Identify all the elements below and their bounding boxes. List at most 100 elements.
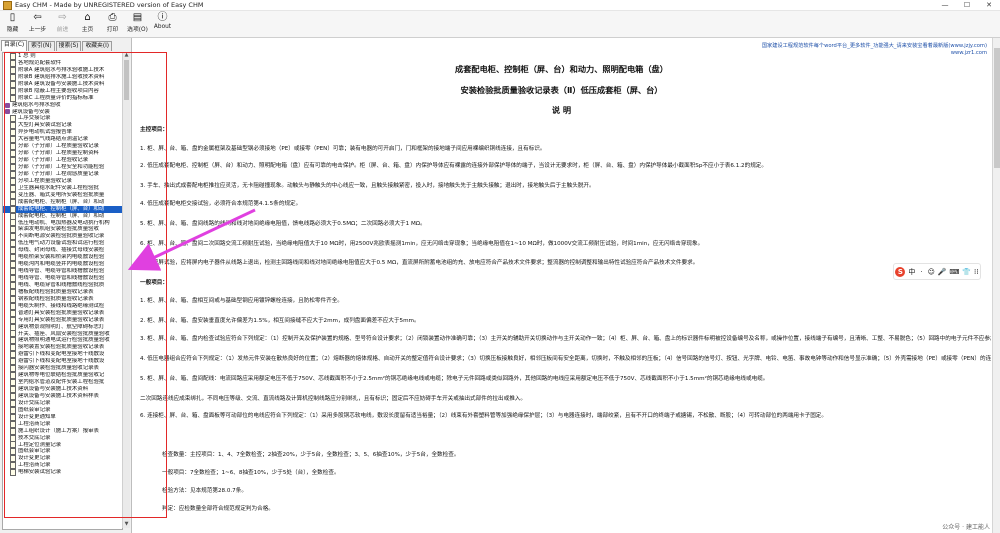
- tree-item[interactable]: 附录B 建筑给排水施工验收技术资料: [3, 73, 122, 81]
- tree-item[interactable]: 母线、封闭母线、插接式母线安装检: [3, 247, 122, 255]
- tree-item[interactable]: 图纸会审记录: [3, 448, 122, 456]
- tree-item[interactable]: 普通灯具安装检验批质量验收记录表: [3, 309, 122, 317]
- tree-item[interactable]: 室内给水管道及配件安装工程检验批: [3, 379, 122, 386]
- tree-item[interactable]: 接地装置安装检验批质量验收记录表: [3, 344, 122, 352]
- scroll-down-icon[interactable]: ▼: [123, 521, 130, 528]
- tree-item[interactable]: 电线、电缆穿管和线槽敷线检验批质: [3, 281, 122, 289]
- nav-tab-1[interactable]: 索引(N): [28, 41, 55, 51]
- tree-item[interactable]: 工程洽商记录: [3, 420, 122, 428]
- tree-item[interactable]: 柴油发电机组安装检验批质量验收: [3, 226, 122, 234]
- tree-item[interactable]: 大容量电气线路结点测温记录: [3, 136, 122, 144]
- nav-tab-3[interactable]: 收藏夹(I): [82, 41, 113, 51]
- minimize-button[interactable]: —: [934, 1, 956, 9]
- toolbar-button-print[interactable]: ⎙ 打印: [100, 11, 125, 36]
- tree-item-label: 图纸会审记录: [18, 406, 51, 413]
- tree-item[interactable]: 设计变更通知单: [3, 413, 122, 421]
- tree-item[interactable]: 大型灯具安装试验记录: [3, 122, 122, 130]
- tree-item[interactable]: 分部（子分部）工程验收记录: [3, 157, 122, 164]
- tree-item[interactable]: 分部（子分部）工程质量验收记录: [3, 143, 122, 151]
- toolbar-button-home[interactable]: ⌂ 主页: [75, 11, 100, 36]
- close-button[interactable]: ✕: [978, 1, 1000, 9]
- maximize-button[interactable]: ☐: [956, 1, 978, 9]
- tree-item[interactable]: 设计交底记录: [3, 399, 122, 407]
- nav-tab-0[interactable]: 目录(C): [1, 40, 28, 51]
- tree-item[interactable]: 建筑给水与排水验收: [3, 102, 122, 109]
- tree-item[interactable]: 工程洽商记录: [3, 462, 122, 470]
- tree-item[interactable]: 工程定位测量记录: [3, 441, 122, 449]
- tree-item[interactable]: 专用灯具安装检验批质量验收记录表: [3, 316, 122, 324]
- tree-item[interactable]: 建筑设备与安装施工技术资料: [3, 386, 122, 393]
- tree-item[interactable]: 低压电气动力设备试验和试运行检验: [3, 240, 122, 248]
- ime-menu-icon[interactable]: ⁞⁞: [974, 268, 978, 276]
- tree-item[interactable]: 分部（子分部）工程质量控制资料: [3, 150, 122, 158]
- tree-item[interactable]: 电线导管、电缆导管和线槽敷设检验: [3, 275, 122, 282]
- ime-skin-icon[interactable]: 👕: [962, 268, 971, 276]
- page-icon: [10, 379, 16, 386]
- tree-item[interactable]: 槽板配线检验批质量验收记录表: [3, 288, 122, 296]
- ime-voice-icon[interactable]: 🎤: [938, 268, 947, 276]
- ime-mode-label[interactable]: 中: [908, 267, 915, 277]
- toolbar-button-back[interactable]: ⇦ 上一步: [25, 11, 50, 36]
- tree-item[interactable]: 电缆沟内和电缆竖井内电缆敷设检验: [3, 261, 122, 269]
- tree-item[interactable]: 避雷引下线和变配电室接地干线敷设: [3, 358, 122, 366]
- tree-item[interactable]: 工序交接记录: [3, 115, 122, 123]
- ime-punct-icon[interactable]: ㆍ: [918, 267, 924, 277]
- toolbar-button-about[interactable]: ⓘ About: [150, 11, 175, 36]
- ime-toolbar[interactable]: S 中 ㆍ ☺ 🎤 ⌨ 👕 ⁞⁞: [893, 263, 981, 280]
- tree-item[interactable]: 建筑物照明通电试运行检验批质量验收: [3, 337, 122, 345]
- tree-item[interactable]: 不间断电源安装检验批质量验收记录: [3, 233, 122, 241]
- tree-item[interactable]: 卫生器具给水配件安装工程检验批: [3, 184, 122, 192]
- section-heading-main: 主控项目：: [140, 127, 168, 133]
- tree-item[interactable]: 建筑物景观照明灯、航空障碍标志灯: [3, 323, 122, 331]
- header-link[interactable]: 国家建设工程规范软件每个word平台_更多软件_功能强大_请来安装宝看着最新版(…: [762, 42, 987, 49]
- tree-item[interactable]: 低压电动机、电加热器及电动执行机构: [3, 219, 122, 227]
- tree-item[interactable]: 建筑设备与安装施工技术资料样表: [3, 392, 122, 400]
- tree-item[interactable]: 分部（子分部）工程观感质量记录: [3, 170, 122, 178]
- toolbar-button-forward[interactable]: ⇨ 前进: [50, 11, 75, 36]
- tree-item[interactable]: 电缆桥架安装和桥架内电缆敷设检验: [3, 254, 122, 262]
- tree-item[interactable]: 分部（子分部）工程安全和功能检验: [3, 164, 122, 171]
- tree-item[interactable]: 附录A 建筑设备与安装施工技术资料: [3, 80, 122, 88]
- toolbar-button-hide[interactable]: ▯ 隐藏: [0, 11, 25, 36]
- page-icon: [10, 330, 16, 338]
- tree-item[interactable]: 异步电动机试验报告单: [3, 129, 122, 137]
- contents-tree[interactable]: 1 总 则各地规范配套软件 附录A 建筑给水与排水验收施工技术 附录B 建筑给排水施…: [2, 52, 123, 530]
- scroll-up-icon[interactable]: ▲: [123, 52, 130, 59]
- tree-scrollbar[interactable]: ▲ ▼: [122, 52, 130, 528]
- tree-item-label: 设计交底记录: [18, 399, 51, 406]
- tree-item[interactable]: 钢索配线检验批质量验收记录表: [3, 295, 122, 303]
- tree-item[interactable]: 建筑物等电位联结检验批质量验收记: [3, 372, 122, 380]
- tree-item[interactable]: 成套配电柜、控制柜（屏、台）和动: [3, 198, 122, 206]
- page-icon: [10, 323, 16, 331]
- content-scroll-thumb[interactable]: [994, 48, 1000, 168]
- tree-scroll-thumb[interactable]: [124, 60, 129, 100]
- tree-item[interactable]: 分项工程质量验收记录: [3, 177, 122, 185]
- tree-item[interactable]: 设计变更记录: [3, 455, 122, 463]
- header-url[interactable]: www.jzr1.com: [951, 50, 987, 56]
- tree-item[interactable]: 技术交底记录: [3, 434, 122, 442]
- tree-item[interactable]: 避雷引下线和变配电室接地干线敷设: [3, 351, 122, 359]
- tree-item[interactable]: 附录C 工程质量评价的指标标准: [3, 94, 122, 102]
- page-icon: [10, 143, 16, 151]
- nav-tab-2[interactable]: 搜索(S): [55, 41, 82, 51]
- toolbar-button-options[interactable]: ▤ 选项(O): [125, 11, 150, 36]
- tree-item[interactable]: 图纸会审记录: [3, 406, 122, 414]
- sogou-logo-icon[interactable]: S: [895, 266, 906, 277]
- tree-item[interactable]: 附录B 隐蔽工程主要验收项目内容: [3, 87, 122, 95]
- tree-item[interactable]: 接闪器安装检验批质量验收记录表: [3, 365, 122, 373]
- tree-item[interactable]: 施工组织设计（施工方案）报审表: [3, 427, 122, 435]
- tree-item[interactable]: 开关、插座、风扇安装检验批质量验收: [3, 330, 122, 338]
- content-scrollbar[interactable]: [992, 38, 1000, 533]
- tree-item[interactable]: 各地规范配套软件: [3, 59, 122, 67]
- tree-item[interactable]: 建筑设备与安装: [3, 109, 122, 116]
- tree-item[interactable]: 变压器、箱式变电所安装检验批质量: [3, 191, 122, 199]
- ime-emoji-icon[interactable]: ☺: [928, 268, 935, 276]
- tree-item[interactable]: 电线导管、电缆导管和线槽敷设检验: [3, 268, 122, 275]
- tree-item[interactable]: 电梯安装试验记录: [3, 469, 122, 477]
- tree-item[interactable]: 电缆头制作、接线和线路绝缘测试检: [3, 302, 122, 310]
- tree-item[interactable]: 成套配电柜、控制柜（屏、台）和动: [3, 205, 122, 213]
- ime-keyboard-icon[interactable]: ⌨: [949, 268, 959, 276]
- tree-item[interactable]: 附录A 建筑给水与排水验收施工技术: [3, 66, 122, 74]
- tree-item[interactable]: 1 总 则: [3, 53, 122, 60]
- tree-item[interactable]: 成套配电柜、控制柜（屏、台）和动: [3, 212, 122, 220]
